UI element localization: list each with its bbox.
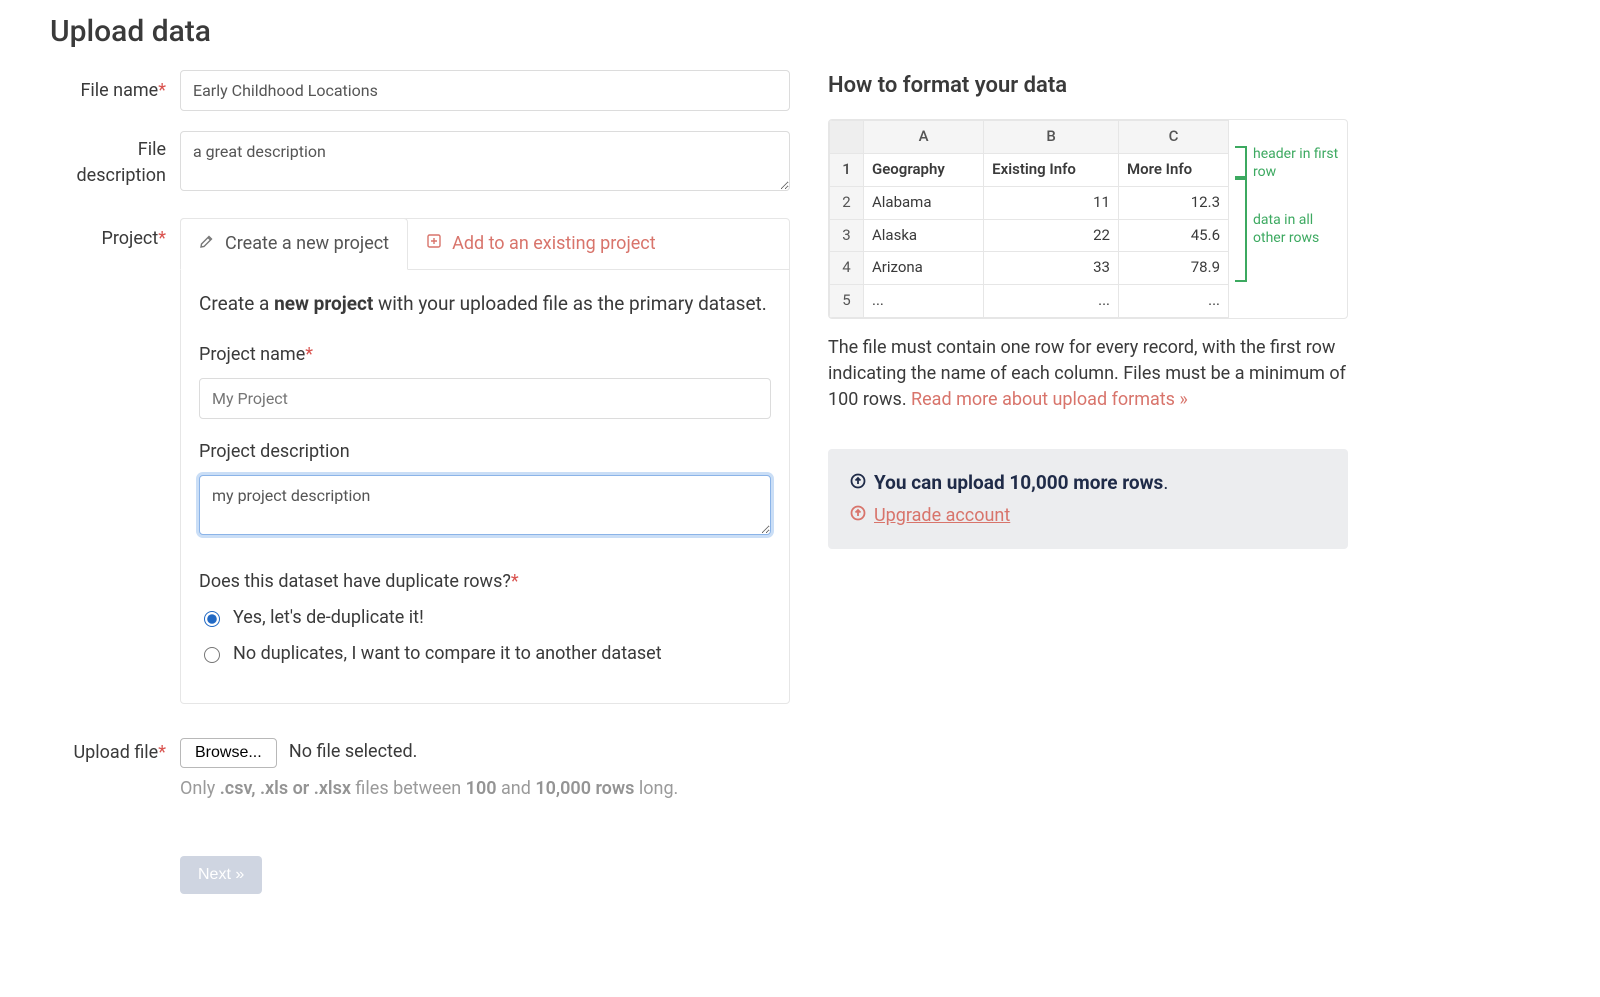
annot-data: data in all other rows <box>1253 212 1347 247</box>
quota-line: You can upload 10,000 more rows. <box>850 469 1326 497</box>
project-description-label: Project description <box>199 439 771 465</box>
tab-create-label: Create a new project <box>225 231 389 257</box>
col-a: A <box>864 121 984 154</box>
dup-no-label: No duplicates, I want to compare it to a… <box>233 641 662 667</box>
dup-no-radio[interactable] <box>204 647 220 663</box>
project-label: Project* <box>50 218 180 252</box>
example-table: A B C 1 Geography Existing Info More Inf… <box>829 120 1229 318</box>
table-row: 5 ... ... ... <box>830 285 1229 318</box>
next-button[interactable]: Next » <box>180 856 262 894</box>
project-name-input[interactable] <box>199 378 771 419</box>
tab-add-label: Add to an existing project <box>452 231 656 257</box>
browse-button[interactable]: Browse... <box>180 738 277 768</box>
col-c: C <box>1118 121 1228 154</box>
sheet-corner <box>830 121 864 154</box>
annot-header: header in first row <box>1253 146 1347 181</box>
quota-well: You can upload 10,000 more rows. Upgrade… <box>828 449 1348 549</box>
dup-yes-option[interactable]: Yes, let's de-duplicate it! <box>199 605 771 631</box>
dup-no-option[interactable]: No duplicates, I want to compare it to a… <box>199 641 771 667</box>
howto-desc: The file must contain one row for every … <box>828 335 1348 413</box>
upload-form: File name* File description a great desc… <box>50 70 790 914</box>
project-tab-card: Create a new project Add to an existing <box>180 218 790 704</box>
file-description-input[interactable]: a great description <box>180 131 790 191</box>
project-name-label: Project name* <box>199 342 771 368</box>
file-name-input[interactable] <box>180 70 790 111</box>
tab-create-project[interactable]: Create a new project <box>180 218 408 270</box>
upgrade-icon <box>850 503 866 529</box>
file-description-label: File description <box>50 131 180 189</box>
project-tabs: Create a new project Add to an existing <box>181 219 789 270</box>
table-row: 3 Alaska 22 45.6 <box>830 219 1229 252</box>
no-file-selected: No file selected. <box>289 741 417 762</box>
project-intro: Create a new project with your uploaded … <box>199 290 771 318</box>
howto-panel: How to format your data A B C 1 Geograph… <box>828 70 1348 914</box>
table-row: 4 Arizona 33 78.9 <box>830 252 1229 285</box>
edit-icon <box>199 231 215 257</box>
upload-icon <box>850 469 866 497</box>
col-b: B <box>984 121 1119 154</box>
project-description-input[interactable]: my project description <box>199 475 771 535</box>
duplicates-label: Does this dataset have duplicate rows?* <box>199 569 771 595</box>
table-row: A B C <box>830 121 1229 154</box>
dup-yes-label: Yes, let's de-duplicate it! <box>233 605 424 631</box>
read-more-link[interactable]: Read more about upload formats » <box>911 389 1188 410</box>
page-title: Upload data <box>50 10 1570 54</box>
project-tab-body: Create a new project with your uploaded … <box>181 270 789 703</box>
table-row: 2 Alabama 11 12.3 <box>830 186 1229 219</box>
upload-file-label: Upload file* <box>50 738 180 766</box>
file-name-label: File name* <box>50 70 180 104</box>
upload-hint: Only .csv, .xls or .xlsx files between 1… <box>180 776 790 802</box>
sheet-annotations: header in first row data in all other ro… <box>1229 120 1347 318</box>
plus-square-icon <box>426 231 442 257</box>
example-sheet: A B C 1 Geography Existing Info More Inf… <box>828 119 1348 319</box>
howto-title: How to format your data <box>828 70 1348 102</box>
table-row: 1 Geography Existing Info More Info <box>830 154 1229 187</box>
dup-yes-radio[interactable] <box>204 611 220 627</box>
tab-add-existing[interactable]: Add to an existing project <box>408 219 675 269</box>
upgrade-account-link[interactable]: Upgrade account <box>850 503 1326 529</box>
